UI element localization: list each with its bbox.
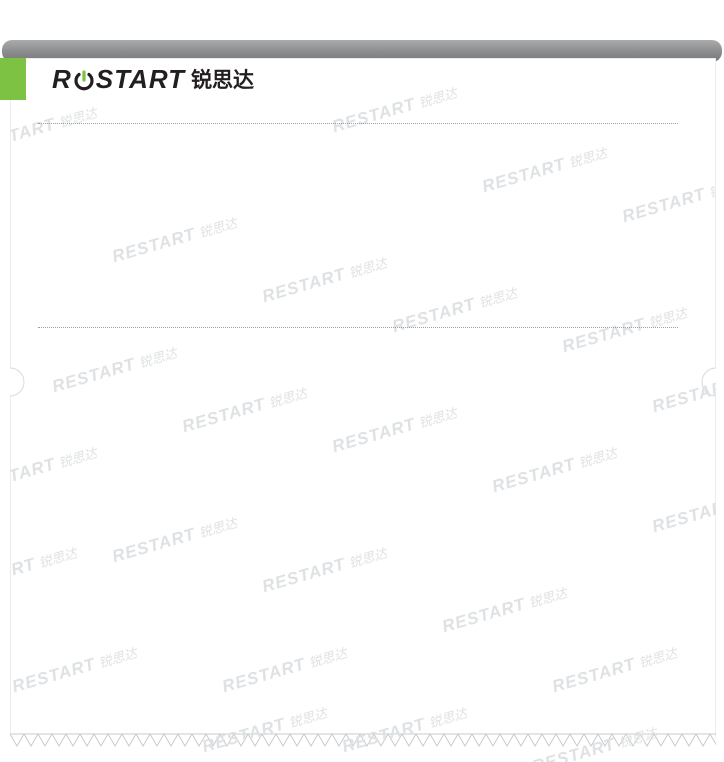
receipt-paper: RESTART锐思达 RESTART锐思达 RESTART锐思达 RESTART锐思达… (10, 58, 716, 762)
receipt-zigzag-edge (10, 733, 716, 747)
brand-wordmark-end: START (95, 63, 186, 94)
brand-accent-tab (0, 58, 26, 100)
power-o-icon (73, 68, 95, 91)
receipt-page: RESTART锐思达 RESTART锐思达 RESTART锐思达 RESTART锐思达… (0, 0, 724, 762)
brand-chinese-name: 锐思达 (191, 68, 255, 92)
brand-wordmark: R START (52, 64, 185, 95)
dotted-divider-middle (38, 327, 678, 328)
brand-wordmark-start: R (52, 63, 72, 94)
receipt-outline (10, 58, 716, 747)
brand-logo: R START 锐思达 (52, 64, 254, 94)
dotted-divider-top (38, 123, 678, 124)
